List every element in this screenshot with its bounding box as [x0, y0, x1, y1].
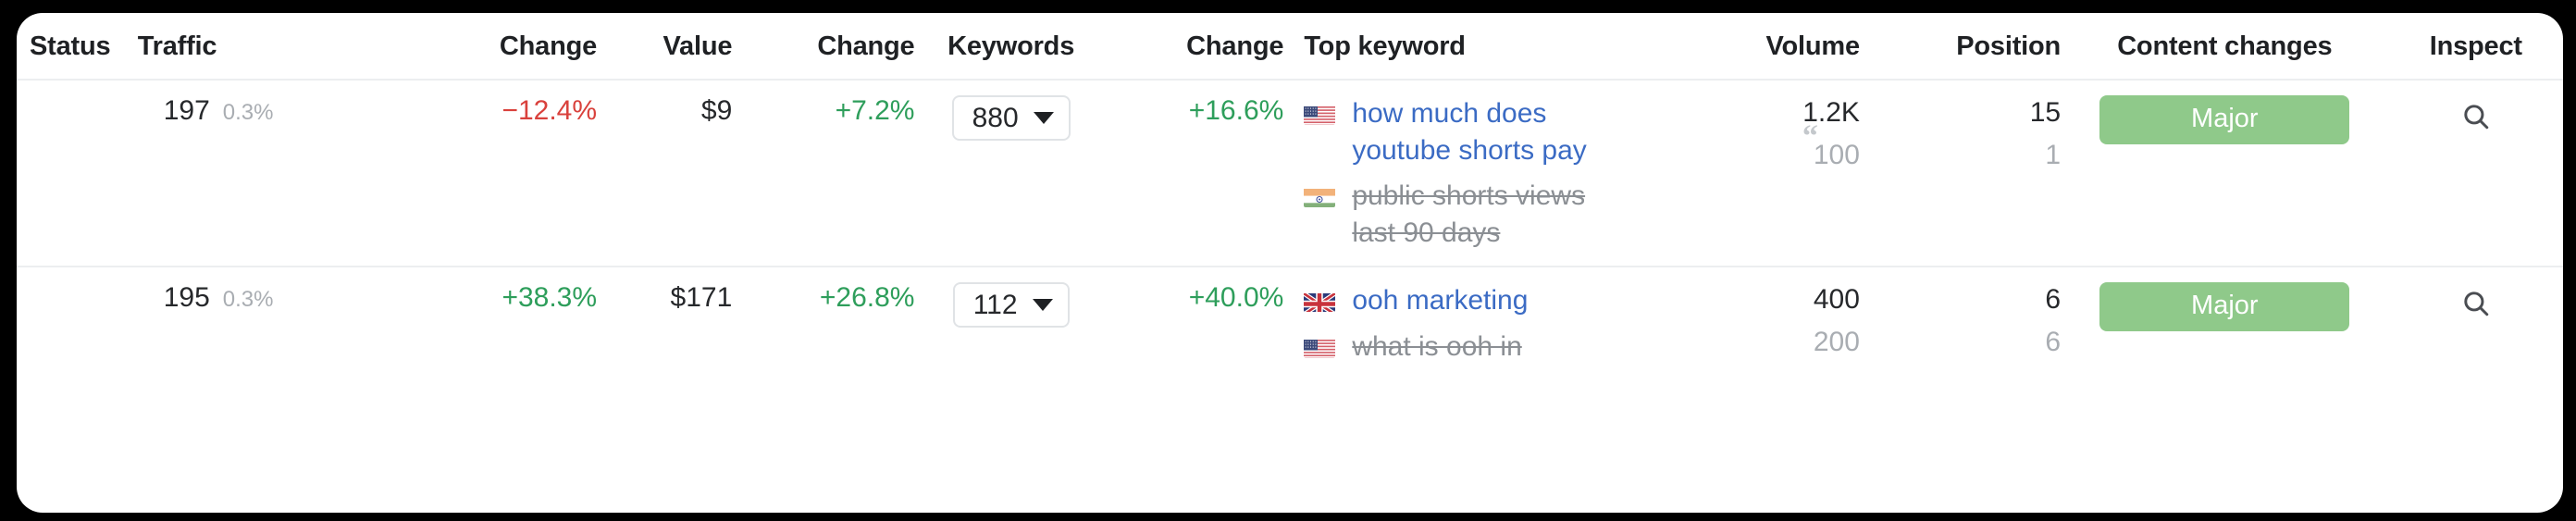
chevron-down-icon — [1033, 112, 1054, 124]
cell-value-change: +26.8% — [732, 267, 915, 379]
cell-traffic-change: +38.3% — [394, 267, 597, 379]
cell-traffic-change: −12.4% — [394, 80, 597, 267]
cell-value-change: +7.2% — [732, 80, 915, 267]
column-header-keywords[interactable]: Keywords — [914, 13, 1107, 80]
volume-value: 200 — [1813, 326, 1860, 357]
search-icon[interactable] — [2455, 282, 2497, 325]
cell-traffic-change-text: −12.4% — [502, 95, 598, 126]
column-header-value-change[interactable]: Change — [732, 13, 914, 80]
cell-traffic: 195 0.3% — [138, 267, 394, 379]
top-keyword-text-removed: what is ooh in — [1352, 330, 1522, 362]
column-header-traffic[interactable]: Traffic — [138, 13, 394, 80]
cell-value-change-text: +7.2% — [835, 95, 915, 126]
column-header-value[interactable]: Value — [597, 13, 733, 80]
cell-keywords-change-text: +40.0% — [1188, 282, 1284, 314]
column-header-keywords-change[interactable]: Change — [1108, 13, 1283, 80]
traffic-share-percent: 0.3% — [222, 100, 274, 125]
cell-inspect — [2389, 80, 2563, 267]
cell-content-changes: Major — [2061, 80, 2389, 267]
traffic-value-group: 197 0.3% — [138, 95, 394, 127]
search-icon[interactable] — [2455, 95, 2497, 138]
in-flag-icon — [1304, 186, 1336, 208]
keywords-dropdown[interactable]: 112 — [952, 282, 1070, 329]
gb-flag-icon — [1304, 291, 1336, 313]
top-keyword-text-removed: public shorts views last 90 days — [1352, 180, 1586, 248]
position-value: 15 — [2029, 97, 2062, 128]
table-header: Status Traffic Change Value Change Keywo… — [17, 13, 2563, 80]
cell-traffic: 197 0.3% — [138, 80, 394, 267]
cell-volume: 1.2K 100 — [1698, 80, 1860, 267]
content-change-badge[interactable]: Major — [2099, 95, 2350, 144]
cell-position: 66 — [1860, 267, 2061, 379]
cell-value-change-text: +26.8% — [819, 282, 915, 314]
cell-keywords: 112 — [914, 267, 1107, 379]
cell-status — [17, 80, 138, 267]
keywords-count: 112 — [972, 290, 1018, 321]
position-stack: 66 — [1860, 282, 2061, 359]
cell-status — [17, 267, 138, 379]
cell-value-text: $171 — [670, 282, 733, 314]
position-value: 1 — [2045, 139, 2062, 170]
top-keyword-link[interactable]: how much does youtube shorts pay — [1352, 95, 1629, 168]
column-header-content-changes[interactable]: Content changes — [2061, 13, 2389, 80]
us-flag-icon — [1304, 104, 1336, 125]
top-keyword-item: how much does youtube shorts pay — [1304, 95, 1698, 168]
featured-snippet-quote-icon[interactable]: “ — [1802, 121, 1818, 153]
traffic-share-percent: 0.3% — [222, 287, 274, 313]
cell-value-text: $9 — [700, 95, 733, 126]
column-header-position[interactable]: Position — [1860, 13, 2061, 80]
cell-value: $9 — [597, 80, 732, 267]
top-keyword-list: ooh marketing what is ooh in — [1304, 282, 1698, 365]
cell-position: “15 1 — [1802, 80, 2061, 267]
cell-traffic-change-text: +38.3% — [502, 282, 598, 314]
position-stack: 15 1 — [1860, 95, 2061, 172]
column-header-inspect[interactable]: Inspect — [2389, 13, 2563, 80]
cell-volume: 400 200 — [1698, 267, 1860, 379]
cell-top-keyword: ooh marketing what is ooh in — [1283, 267, 1698, 379]
cell-top-keyword: how much does youtube shorts pay public s… — [1283, 80, 1698, 267]
cell-value: $171 — [597, 267, 733, 379]
chevron-down-icon — [1032, 299, 1053, 312]
cell-keywords-change: +40.0% — [1108, 267, 1284, 379]
column-header-status[interactable]: Status — [17, 13, 138, 80]
cell-keywords-change: +16.6% — [1108, 80, 1284, 267]
volume-value: 1.2K — [1802, 97, 1860, 128]
table-body: 197 0.3% −12.4% $9 +7.2% 880 +16.6% how much do… — [17, 80, 2563, 380]
table-row[interactable]: 195 0.3% +38.3% $171 +26.8% 112 +40.0% ooh mark… — [17, 267, 2563, 379]
column-header-traffic-change[interactable]: Change — [394, 13, 597, 80]
top-keyword-item: public shorts views last 90 days — [1304, 178, 1698, 251]
keywords-dropdown[interactable]: 880 — [951, 95, 1071, 141]
volume-stack: 400 200 — [1698, 282, 1860, 359]
column-header-volume[interactable]: Volume — [1698, 13, 1861, 80]
volume-value: 400 — [1813, 284, 1860, 316]
us-flag-icon — [1304, 337, 1336, 358]
cell-content-changes: Major — [2061, 267, 2389, 379]
cell-inspect — [2389, 267, 2563, 379]
site-audit-results-table: Status Traffic Change Value Change Keywo… — [17, 13, 2563, 380]
cell-keywords: 880 — [914, 80, 1107, 267]
content-change-badge[interactable]: Major — [2099, 282, 2350, 332]
volume-stack: 1.2K 100 — [1698, 95, 1860, 172]
table-row[interactable]: 197 0.3% −12.4% $9 +7.2% 880 +16.6% how much do… — [17, 80, 2563, 267]
top-keyword-item: what is ooh in — [1304, 329, 1698, 366]
results-table-panel: Status Traffic Change Value Change Keywo… — [17, 13, 2563, 513]
column-header-top-keyword[interactable]: Top keyword — [1283, 13, 1698, 80]
volume-value: 100 — [1813, 139, 1860, 170]
top-keyword-item: ooh marketing — [1304, 282, 1698, 319]
table-header-row: Status Traffic Change Value Change Keywo… — [17, 13, 2563, 80]
top-keyword-list: how much does youtube shorts pay public s… — [1304, 95, 1698, 251]
traffic-value: 195 — [163, 282, 210, 314]
traffic-value: 197 — [163, 95, 210, 126]
position-value: 6 — [2045, 284, 2062, 316]
cell-keywords-change-text: +16.6% — [1188, 95, 1284, 126]
traffic-value-group: 195 0.3% — [138, 282, 394, 314]
top-keyword-link[interactable]: ooh marketing — [1352, 282, 1528, 319]
keywords-count: 880 — [972, 103, 1019, 133]
position-value: 6 — [2045, 326, 2062, 357]
